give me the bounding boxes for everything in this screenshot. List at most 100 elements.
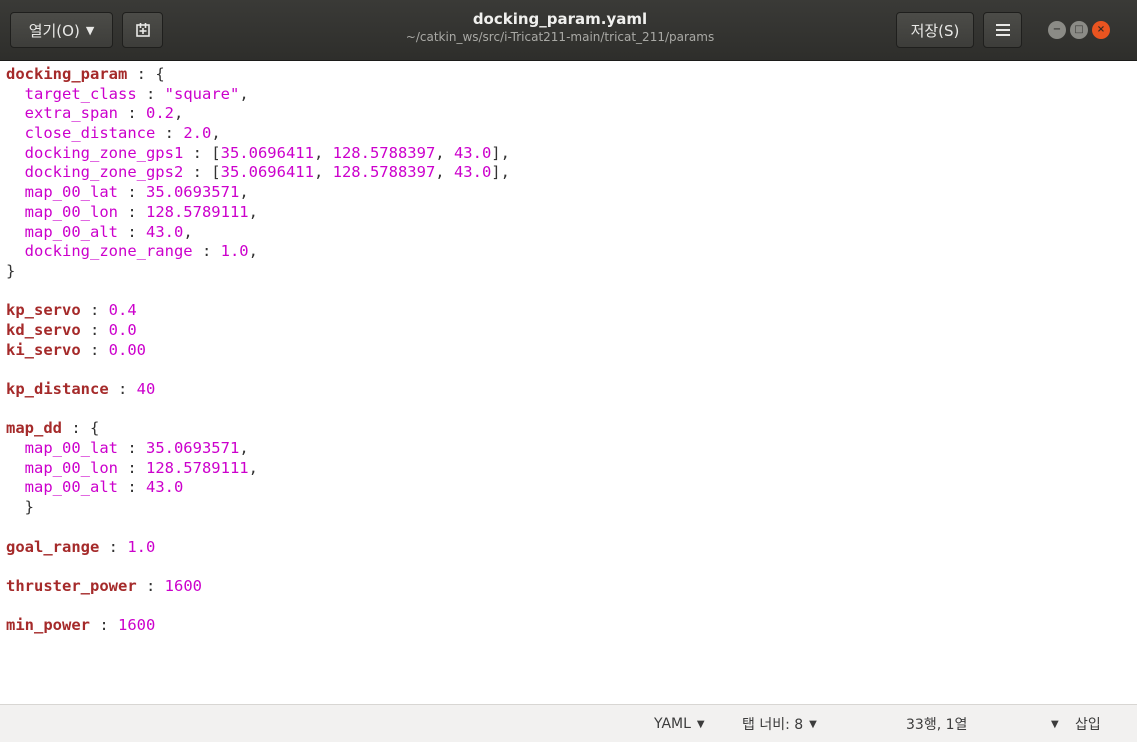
chevron-down-icon: ▼ — [696, 718, 705, 730]
yaml-value: 2.0 — [183, 124, 212, 143]
yaml-value: 128.5788397 — [332, 143, 436, 162]
close-button[interactable]: × — [1092, 21, 1110, 39]
minimize-button[interactable]: − — [1048, 21, 1066, 39]
yaml-punctuation: : — [80, 320, 109, 339]
code-line: ki_servo : 0.00 — [6, 341, 1137, 361]
language-selector[interactable]: YAML ▼ — [654, 705, 705, 742]
yaml-key: extra_span — [6, 104, 118, 123]
yaml-punctuation: , — [313, 163, 333, 182]
cursor-position-label: 33행, 1열 — [906, 717, 968, 733]
text-editor[interactable]: docking_param : { target_class : "square… — [0, 61, 1137, 704]
yaml-key: docking_zone_gps2 — [6, 163, 184, 182]
code-line: kp_servo : 0.4 — [6, 301, 1137, 321]
chevron-down-icon: ▼ — [809, 718, 817, 730]
yaml-punctuation: } — [6, 261, 16, 280]
yaml-punctuation: : — [108, 380, 137, 398]
chevron-down-icon: ▼ — [1051, 718, 1059, 730]
yaml-punctuation: ], — [491, 143, 510, 162]
code-line: map_00_lon : 128.5789111, — [6, 203, 1137, 223]
yaml-value: 0.00 — [108, 340, 146, 359]
code-line: map_00_alt : 43.0 — [6, 478, 1137, 498]
yaml-key: kd_servo — [6, 320, 81, 339]
code-line: docking_zone_range : 1.0, — [6, 242, 1137, 262]
yaml-punctuation: : — [136, 576, 165, 595]
save-button[interactable]: 저장(S) — [896, 12, 974, 48]
cursor-position[interactable]: 33행, 1열 — [906, 705, 967, 742]
yaml-key: docking_zone_range — [6, 242, 193, 261]
code-line: docking_zone_gps2 : [35.0696411, 128.578… — [6, 163, 1137, 183]
yaml-key: thruster_power — [6, 576, 137, 595]
code-line: kd_servo : 0.0 — [6, 321, 1137, 341]
tab-width-label: 탭 너비: 8 — [742, 717, 804, 733]
new-tab-button[interactable] — [122, 12, 163, 48]
code-line: goal_range : 1.0 — [6, 538, 1137, 558]
yaml-punctuation: , — [435, 163, 454, 182]
yaml-punctuation: : — [117, 478, 146, 497]
code-line: map_00_lat : 35.0693571, — [6, 183, 1137, 203]
tab-width-selector[interactable]: 탭 너비: 8 ▼ — [742, 705, 817, 742]
code-line: } — [6, 498, 1137, 518]
yaml-value: 35.0696411 — [220, 163, 314, 182]
minimize-icon: − — [1052, 24, 1062, 35]
code-line: close_distance : 2.0, — [6, 124, 1137, 144]
code-line: min_power : 1600 — [6, 616, 1137, 636]
insert-mode[interactable]: 삽입 — [1075, 705, 1101, 742]
yaml-punctuation: , — [248, 202, 258, 221]
insert-mode-dropdown[interactable]: ▼ — [1045, 705, 1059, 742]
yaml-punctuation: : — [90, 616, 118, 635]
new-tab-icon — [135, 23, 150, 37]
menu-button[interactable] — [983, 12, 1022, 48]
code-line: kp_distance : 40 — [6, 380, 1137, 400]
yaml-value: 1600 — [164, 576, 202, 595]
yaml-value: 128.5789111 — [145, 202, 249, 221]
code-line: map_00_lon : 128.5789111, — [6, 459, 1137, 479]
code-line: } — [6, 262, 1137, 282]
save-button-label: 저장(S) — [910, 21, 960, 40]
yaml-punctuation: : — [80, 340, 109, 359]
yaml-punctuation: : [ — [183, 143, 221, 162]
yaml-value: 1.0 — [127, 537, 156, 556]
yaml-value: 0.4 — [108, 301, 137, 320]
code-line: thruster_power : 1600 — [6, 577, 1137, 597]
yaml-key: map_00_lon — [6, 202, 118, 221]
code-line: docking_zone_gps1 : [35.0696411, 128.578… — [6, 144, 1137, 164]
yaml-punctuation: : — [192, 242, 221, 261]
insert-mode-label: 삽입 — [1075, 717, 1101, 733]
yaml-value: 40 — [136, 380, 156, 398]
yaml-punctuation: : { — [62, 419, 100, 438]
yaml-value: 0.2 — [145, 104, 174, 123]
maximize-icon: □ — [1074, 24, 1084, 35]
yaml-key: ki_servo — [6, 340, 81, 359]
yaml-punctuation: : — [117, 202, 146, 221]
code-line: target_class : "square", — [6, 85, 1137, 105]
yaml-punctuation: : — [117, 104, 146, 123]
maximize-button[interactable]: □ — [1070, 21, 1088, 39]
yaml-value: 128.5788397 — [332, 163, 436, 182]
code-line: extra_span : 0.2, — [6, 104, 1137, 124]
yaml-key: kp_servo — [6, 301, 81, 320]
yaml-value: 1.0 — [220, 242, 249, 261]
yaml-punctuation: : — [155, 124, 184, 143]
open-button[interactable]: 열기(O) ▼ — [10, 12, 113, 48]
yaml-punctuation: , — [211, 124, 221, 143]
code-line: docking_param : { — [6, 65, 1137, 85]
yaml-punctuation: : — [117, 439, 146, 458]
yaml-punctuation: , — [239, 84, 249, 103]
yaml-punctuation: : { — [127, 65, 165, 83]
hamburger-menu-icon — [995, 21, 1010, 39]
yaml-value: 1600 — [118, 616, 156, 635]
yaml-punctuation: : — [99, 537, 128, 556]
yaml-key: map_dd — [6, 419, 62, 438]
yaml-key: docking_zone_gps1 — [6, 143, 184, 162]
yaml-punctuation: , — [239, 439, 249, 458]
yaml-value: 35.0693571 — [145, 439, 240, 458]
yaml-key: map_00_lat — [6, 183, 118, 202]
yaml-punctuation: : — [80, 301, 109, 320]
